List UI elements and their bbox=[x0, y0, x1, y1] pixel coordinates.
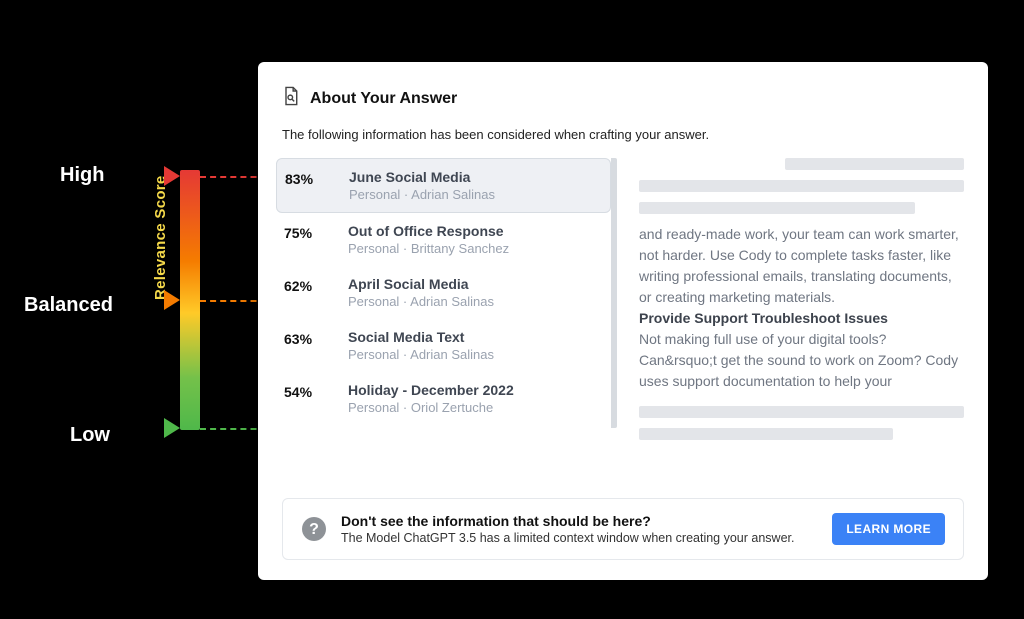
pointer-low-icon bbox=[164, 418, 180, 438]
source-title: Holiday - December 2022 bbox=[348, 382, 597, 398]
svg-text:?: ? bbox=[309, 521, 319, 538]
sources-list: 83% June Social Media Personal · Adrian … bbox=[282, 158, 617, 428]
question-icon: ? bbox=[301, 516, 327, 542]
panel-subtitle: The following information has been consi… bbox=[282, 127, 964, 142]
skeleton-line bbox=[639, 202, 915, 214]
preview-paragraph: and ready-made work, your team can work … bbox=[639, 226, 959, 305]
source-score: 75% bbox=[284, 223, 330, 241]
preview-body: and ready-made work, your team can work … bbox=[639, 224, 964, 392]
source-meta: Personal · Brittany Sanchez bbox=[348, 241, 597, 256]
gauge-bar bbox=[180, 170, 200, 430]
panel-title: About Your Answer bbox=[310, 90, 457, 108]
learn-more-button[interactable]: LEARN MORE bbox=[832, 513, 945, 545]
skeleton-line bbox=[639, 428, 893, 440]
source-score: 83% bbox=[285, 169, 331, 187]
skeleton-line bbox=[785, 158, 964, 170]
gauge-label-high: High bbox=[60, 164, 104, 187]
missing-info-card: ? Don't see the information that should … bbox=[282, 498, 964, 560]
source-title: April Social Media bbox=[348, 276, 597, 292]
relevance-gauge: High Balanced Low Relevance Score bbox=[60, 170, 240, 440]
about-answer-panel: About Your Answer The following informat… bbox=[258, 62, 988, 580]
source-preview: and ready-made work, your team can work … bbox=[639, 158, 964, 428]
source-score: 63% bbox=[284, 329, 330, 347]
source-title: June Social Media bbox=[349, 169, 596, 185]
preview-paragraph: Not making full use of your digital tool… bbox=[639, 331, 958, 389]
source-meta: Personal · Adrian Salinas bbox=[348, 347, 597, 362]
source-row[interactable]: 54% Holiday - December 2022 Personal · O… bbox=[282, 372, 611, 425]
source-meta: Personal · Adrian Salinas bbox=[348, 294, 597, 309]
gauge-label-balanced: Balanced bbox=[24, 294, 113, 317]
source-score: 54% bbox=[284, 382, 330, 400]
footer-subtitle: The Model ChatGPT 3.5 has a limited cont… bbox=[341, 531, 818, 545]
source-meta: Personal · Oriol Zertuche bbox=[348, 400, 597, 415]
skeleton-line bbox=[639, 180, 964, 192]
source-title: Out of Office Response bbox=[348, 223, 597, 239]
gauge-label-low: Low bbox=[70, 424, 110, 447]
gauge-caption: Relevance Score bbox=[152, 175, 169, 300]
panel-header: About Your Answer bbox=[282, 86, 964, 111]
source-row[interactable]: 75% Out of Office Response Personal · Br… bbox=[282, 213, 611, 266]
source-score: 62% bbox=[284, 276, 330, 294]
source-row[interactable]: 83% June Social Media Personal · Adrian … bbox=[276, 158, 611, 213]
source-meta: Personal · Adrian Salinas bbox=[349, 187, 596, 202]
source-row[interactable]: 62% April Social Media Personal · Adrian… bbox=[282, 266, 611, 319]
preview-heading: Provide Support Troubleshoot Issues bbox=[639, 310, 888, 326]
skeleton-line bbox=[639, 406, 964, 418]
footer-title: Don't see the information that should be… bbox=[341, 513, 818, 529]
pointer-balanced-icon bbox=[164, 290, 180, 310]
source-title: Social Media Text bbox=[348, 329, 597, 345]
pointer-high-icon bbox=[164, 166, 180, 186]
source-row[interactable]: 63% Social Media Text Personal · Adrian … bbox=[282, 319, 611, 372]
document-icon bbox=[282, 86, 300, 111]
